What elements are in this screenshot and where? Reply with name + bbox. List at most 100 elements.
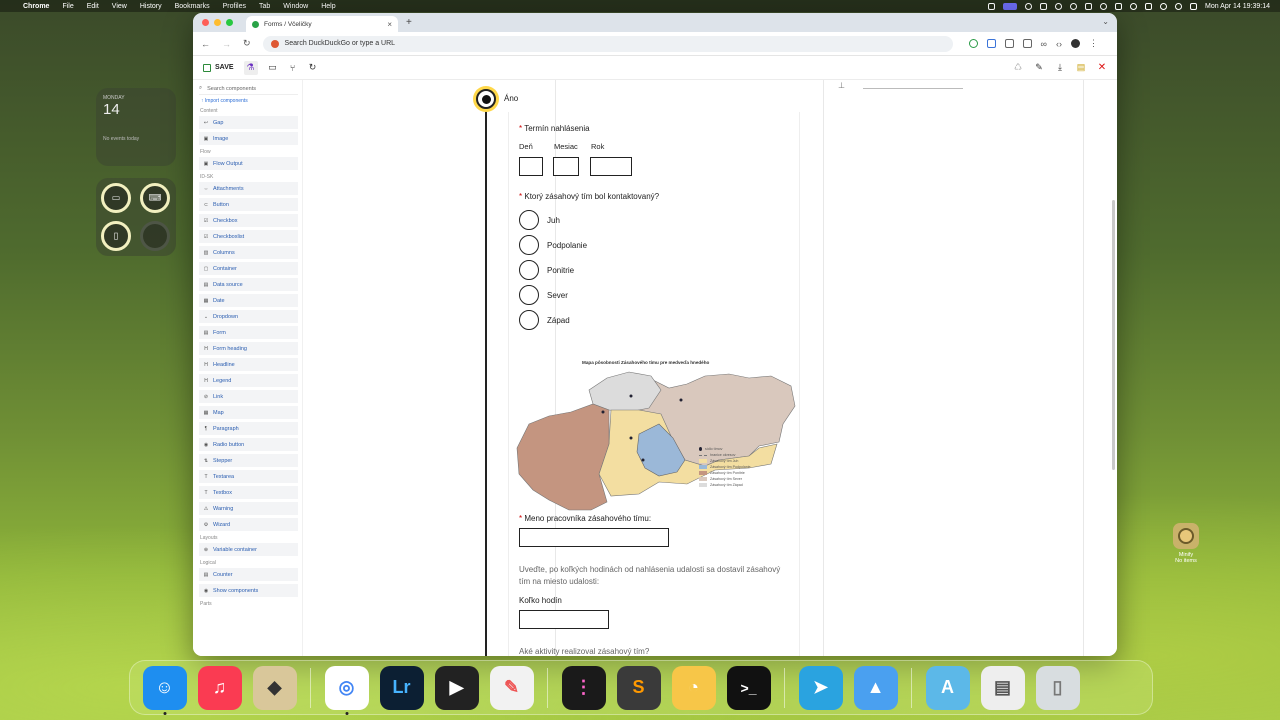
worker-name-input[interactable] <box>519 528 669 547</box>
music-icon[interactable]: ♫ <box>197 665 242 710</box>
component-form-heading[interactable]: H Form heading <box>199 342 298 355</box>
menu-bookmarks[interactable]: Bookmarks <box>175 3 210 10</box>
menu-view[interactable]: View <box>112 3 127 10</box>
tab-search-chevron-icon[interactable]: ⌄ <box>1102 17 1109 26</box>
close-editor-icon[interactable]: ✕ <box>1097 62 1107 73</box>
component-link[interactable]: ⊘ Link <box>199 390 298 403</box>
lightroom-icon[interactable]: Lr <box>379 665 424 710</box>
documents-stack-icon[interactable]: ▤ <box>980 665 1025 710</box>
component-attachments[interactable]: ⇔ Attachments <box>199 182 298 195</box>
month-input[interactable] <box>553 157 579 176</box>
component-radio-button[interactable]: ◉ Radio button <box>199 438 298 451</box>
extensions-puzzle-icon[interactable] <box>1022 39 1032 48</box>
final-cut-pro-icon[interactable]: ▶ <box>434 665 479 710</box>
tab-forms[interactable]: Forms / Včeličky × <box>246 16 398 32</box>
component-date[interactable]: ▦ Date <box>199 294 298 307</box>
close-tab-icon[interactable]: × <box>387 20 392 29</box>
trash-icon[interactable]: ▯ <box>1035 665 1080 710</box>
extension-icon[interactable] <box>968 39 978 48</box>
component-textbox[interactable]: T Textbox <box>199 486 298 499</box>
screen-record-icon[interactable] <box>1003 2 1017 10</box>
more-menu-icon[interactable]: ⋮ <box>1089 38 1098 49</box>
branch-icon[interactable]: ⑂ <box>288 63 298 73</box>
menu-help[interactable]: Help <box>321 3 335 10</box>
menu-clock[interactable]: Mon Apr 14 19:39:14 <box>1205 3 1270 10</box>
component-container[interactable]: ▢ Container <box>199 262 298 275</box>
edit-pencil-icon[interactable]: ✎ <box>1034 62 1044 73</box>
menu-tab[interactable]: Tab <box>259 3 270 10</box>
component-show-components[interactable]: ◉ Show components <box>199 584 298 597</box>
component-checkbox[interactable]: ☑ Checkbox <box>199 214 298 227</box>
telegram-icon[interactable]: ➤ <box>798 665 843 710</box>
year-input[interactable] <box>590 157 632 176</box>
new-tab-icon[interactable]: + <box>406 17 412 28</box>
minimize-window-button[interactable] <box>214 19 221 26</box>
flask-icon[interactable]: ⚗ <box>243 60 258 75</box>
profile-avatar[interactable] <box>1070 39 1080 48</box>
team-option-juh[interactable]: Juh <box>519 210 560 230</box>
status-icon[interactable] <box>1025 2 1032 10</box>
component-search-input[interactable]: ⌕ Search components <box>199 83 298 95</box>
hours-input[interactable] <box>519 610 609 629</box>
status-icon[interactable] <box>988 2 995 10</box>
component-dropdown[interactable]: ⌄ Dropdown <box>199 310 298 323</box>
search-icon[interactable] <box>1175 2 1182 10</box>
menu-file[interactable]: File <box>62 3 73 10</box>
component-flow-output[interactable]: ▣ Flow Output <box>199 157 298 170</box>
status-icon[interactable] <box>1085 2 1092 10</box>
code-icon[interactable]: ‹› <box>1056 39 1062 49</box>
component-gap[interactable]: ↩ Gap <box>199 116 298 129</box>
component-columns[interactable]: ▥ Columns <box>199 246 298 259</box>
component-legend[interactable]: H Legend <box>199 374 298 387</box>
canvas-scrollbar[interactable] <box>1112 200 1115 470</box>
yes-radio-selected[interactable] <box>476 89 496 109</box>
close-window-button[interactable] <box>202 19 209 26</box>
recycle-icon[interactable]: ♺ <box>1013 62 1023 73</box>
day-input[interactable] <box>519 157 543 176</box>
window-icon[interactable]: ▭ <box>268 62 278 73</box>
terminal-icon[interactable]: >_ <box>726 665 771 710</box>
extension-icon[interactable] <box>1004 39 1014 48</box>
extension-icon[interactable] <box>986 39 996 48</box>
component-counter[interactable]: ▤ Counter <box>199 568 298 581</box>
import-components-link[interactable]: ↑ Import components <box>201 98 298 104</box>
component-image[interactable]: ▣ Image <box>199 132 298 145</box>
save-button[interactable]: SAVE <box>203 63 234 72</box>
download-icon[interactable]: ⤓ <box>1055 62 1065 73</box>
team-option-podpolanie[interactable]: Podpolanie <box>519 235 587 255</box>
link-icon[interactable]: ∞ <box>1041 39 1047 49</box>
transmit-icon[interactable]: ◆ <box>252 665 297 710</box>
calendar-widget[interactable]: MONDAY 14 No events today <box>96 88 176 166</box>
team-option-zapad[interactable]: Západ <box>519 310 570 330</box>
menu-profiles[interactable]: Profiles <box>223 3 246 10</box>
pixelmator-icon[interactable]: ✎ <box>489 665 534 710</box>
chrome-icon[interactable]: ◎ <box>324 665 369 715</box>
status-icon[interactable] <box>1070 2 1077 10</box>
form-canvas[interactable]: ⊥ Áno * Termín nahlásenia Deň Mesiac Rok… <box>303 80 1117 656</box>
component-wizard[interactable]: ⚙ Wizard <box>199 518 298 531</box>
tableplus-icon[interactable]: ◔ <box>671 665 716 710</box>
transloader-icon[interactable]: ▲ <box>853 665 898 710</box>
status-icon[interactable] <box>1100 2 1107 10</box>
component-variable-container[interactable]: ⊕ Variable container <box>199 543 298 556</box>
status-icon[interactable] <box>1055 2 1062 10</box>
forward-icon[interactable]: → <box>222 39 231 49</box>
menu-edit[interactable]: Edit <box>87 3 99 10</box>
omnibox[interactable]: Search DuckDuckGo or type a URL <box>262 35 953 52</box>
component-button[interactable]: ⊂ Button <box>199 198 298 211</box>
component-map[interactable]: ▦ Map <box>199 406 298 419</box>
component-stepper[interactable]: ⇅ Stepper <box>199 454 298 467</box>
menu-history[interactable]: History <box>140 3 162 10</box>
status-icon[interactable] <box>1130 2 1137 10</box>
back-icon[interactable]: ← <box>201 39 210 49</box>
applications-folder-icon[interactable]: A <box>925 665 970 710</box>
sublime-text-icon[interactable]: S <box>616 665 661 710</box>
component-textarea[interactable]: T Textarea <box>199 470 298 483</box>
refresh-icon[interactable]: ↻ <box>308 62 318 73</box>
clipboard-icon[interactable]: ▤ <box>1076 62 1086 73</box>
wifi-icon[interactable] <box>1160 2 1167 10</box>
tot-icon[interactable]: ⋮ <box>561 665 606 710</box>
minify-desktop-item[interactable]: Minify No items <box>1170 523 1202 564</box>
component-headline[interactable]: H Headline <box>199 358 298 371</box>
team-option-ponitrie[interactable]: Ponitrie <box>519 260 574 280</box>
